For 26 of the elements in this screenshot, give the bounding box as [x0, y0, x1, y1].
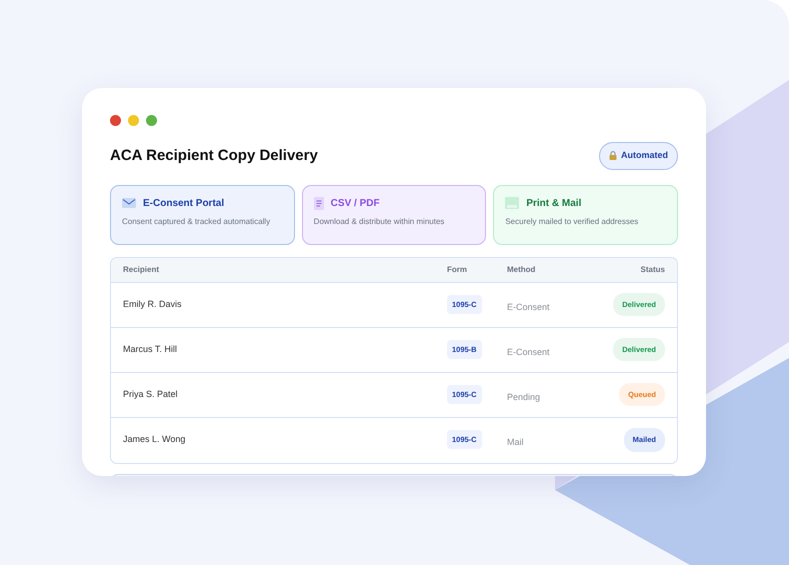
lock-icon — [609, 151, 617, 160]
method-text: E-Consent — [507, 346, 550, 359]
document-icon — [314, 196, 324, 210]
channel-title: Print & Mail — [526, 196, 582, 210]
column-header: Form — [447, 264, 467, 274]
maximize-dot[interactable] — [146, 115, 157, 126]
recipient-name: Marcus T. Hill — [123, 344, 177, 354]
channel-title: CSV / PDF — [330, 196, 380, 210]
recipient-name: Priya S. Patel — [123, 388, 178, 399]
recipient-name: Emily R. Davis — [123, 298, 182, 309]
method-text: Mail — [507, 436, 524, 450]
column-header: Method — [507, 264, 536, 274]
channel-description: Consent captured & tracked automatically — [122, 216, 272, 227]
channel-title: E-Consent Portal — [143, 196, 224, 210]
recipient-name: James L. Wong — [123, 434, 186, 444]
channel-description: Securely mailed to verified addresses — [505, 216, 640, 227]
window-title: ACA Recipient Copy Delivery — [110, 146, 318, 165]
close-dot[interactable] — [110, 115, 121, 126]
envelope-icon — [122, 198, 136, 208]
column-header: Status — [640, 264, 665, 276]
badge-label: Automated — [621, 149, 668, 162]
method-text: Pending — [507, 390, 540, 404]
minimize-dot[interactable] — [128, 115, 139, 126]
channel-description: Download & distribute within minutes — [314, 216, 446, 227]
method-text: E-Consent — [507, 300, 550, 314]
column-header: Recipient — [123, 264, 160, 274]
